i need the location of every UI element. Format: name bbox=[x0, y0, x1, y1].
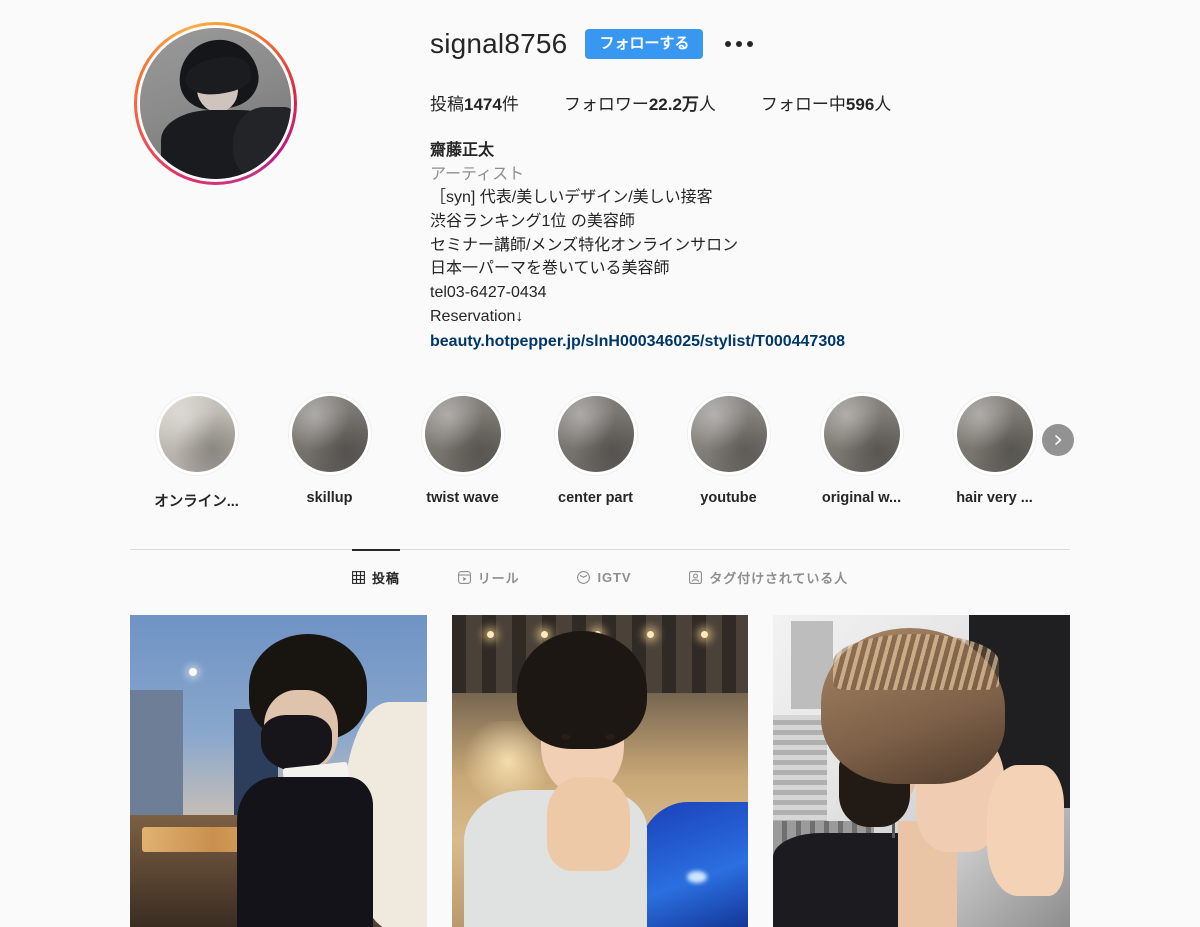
profile-info-column: signal8756 フォローする 投稿1474件 フォロワー22.2万人 フォ… bbox=[430, 10, 1200, 354]
highlight-label: original w... bbox=[821, 490, 902, 507]
highlight-item[interactable]: original w... bbox=[795, 392, 928, 511]
highlight-item[interactable]: twist wave bbox=[396, 392, 529, 511]
highlight-item[interactable]: hair very ... bbox=[928, 392, 1061, 511]
highlight-label: オンライン... bbox=[154, 494, 239, 511]
post-grid bbox=[0, 615, 1200, 927]
instagram-profile-page: signal8756 フォローする 投稿1474件 フォロワー22.2万人 フォ… bbox=[0, 0, 1200, 927]
highlight-cover bbox=[956, 396, 1033, 473]
bio-line: 日本一パーマを巻いている美容師 bbox=[430, 260, 670, 278]
avatar-story-ring[interactable] bbox=[133, 22, 297, 185]
bio-external-link[interactable]: beauty.hotpepper.jp/slnH000346025/stylis… bbox=[430, 330, 845, 354]
tab-posts-label: 投稿 bbox=[371, 571, 400, 587]
highlight-label: skillup bbox=[306, 490, 353, 507]
highlight-label: youtube bbox=[700, 490, 757, 507]
bio-block: 齋藤正太 アーティスト ［syn] 代表/美しいデザイン/美しい接客 渋谷ランキ… bbox=[430, 139, 1200, 354]
stat-following-prefix: フォロー中 bbox=[760, 95, 846, 114]
highlight-cover bbox=[690, 396, 767, 473]
highlight-label: hair very ... bbox=[956, 490, 1033, 507]
highlights-next-button[interactable] bbox=[1042, 424, 1074, 457]
tab-reels-label: リール bbox=[477, 571, 520, 587]
follow-button[interactable]: フォローする bbox=[585, 28, 704, 60]
stat-posts-prefix: 投稿 bbox=[430, 95, 464, 114]
highlight-ring bbox=[819, 392, 904, 477]
stat-posts[interactable]: 投稿1474件 bbox=[430, 90, 519, 115]
profile-header: signal8756 フォローする 投稿1474件 フォロワー22.2万人 フォ… bbox=[0, 0, 1200, 354]
stat-followers-prefix: フォロワー bbox=[563, 95, 649, 114]
highlight-item[interactable]: youtube bbox=[662, 392, 795, 511]
stat-followers-value: 22.2万 bbox=[648, 95, 699, 114]
bio-line: ［syn] 代表/美しいデザイン/美しい接客 bbox=[430, 189, 713, 207]
highlight-ring bbox=[154, 392, 239, 477]
stat-followers[interactable]: フォロワー22.2万人 bbox=[564, 90, 716, 115]
stat-following-value: 596 bbox=[845, 95, 875, 114]
highlight-label: twist wave bbox=[426, 490, 499, 507]
tab-reels[interactable]: リール bbox=[457, 549, 520, 601]
chevron-right-icon bbox=[1055, 435, 1062, 445]
tab-tagged-label: タグ付けされている人 bbox=[709, 571, 849, 587]
highlight-cover bbox=[158, 396, 235, 473]
profile-category: アーティスト bbox=[430, 165, 525, 183]
post-thumbnail-3[interactable] bbox=[773, 615, 1071, 927]
stat-following[interactable]: フォロー中596人 bbox=[761, 90, 891, 115]
stat-followers-suffix: 人 bbox=[698, 95, 716, 114]
profile-tabs: 投稿 リール IGTV タグ付けされている人 bbox=[130, 549, 1070, 601]
stat-following-suffix: 人 bbox=[874, 95, 892, 114]
username-row: signal8756 フォローする bbox=[430, 24, 1200, 64]
highlight-ring bbox=[686, 392, 771, 477]
bio-line: セミナー講師/メンズ特化オンラインサロン bbox=[430, 236, 739, 254]
stat-posts-suffix: 件 bbox=[501, 95, 519, 114]
highlight-ring bbox=[952, 392, 1037, 477]
stats-row: 投稿1474件 フォロワー22.2万人 フォロー中596人 bbox=[430, 90, 1200, 115]
reels-icon bbox=[457, 571, 471, 584]
stat-posts-value: 1474 bbox=[464, 95, 502, 114]
highlight-cover bbox=[557, 396, 634, 473]
highlight-cover bbox=[823, 396, 900, 473]
avatar[interactable] bbox=[139, 28, 291, 179]
highlight-ring bbox=[287, 392, 372, 477]
more-options-icon[interactable] bbox=[721, 41, 757, 47]
grid-icon bbox=[352, 571, 365, 584]
avatar-inner bbox=[136, 25, 294, 182]
highlight-cover bbox=[291, 396, 368, 473]
highlight-item[interactable]: オンライン... bbox=[130, 392, 263, 511]
highlight-item[interactable]: skillup bbox=[263, 392, 396, 511]
highlight-label: center part bbox=[558, 490, 633, 507]
full-name: 齋藤正太 bbox=[430, 142, 495, 159]
tab-igtv-label: IGTV bbox=[597, 570, 632, 586]
igtv-icon bbox=[577, 571, 591, 584]
post-thumbnail-2[interactable] bbox=[451, 615, 749, 927]
username: signal8756 bbox=[430, 28, 568, 59]
bio-line: tel03-6427-0434 bbox=[430, 284, 547, 302]
story-highlights: オンライン... skillup twist wave center part bbox=[0, 392, 1200, 511]
tagged-icon bbox=[689, 571, 703, 584]
tab-posts[interactable]: 投稿 bbox=[351, 549, 400, 601]
post-thumbnail-1[interactable] bbox=[130, 615, 427, 927]
bio-line: 渋谷ランキング1位 の美容師 bbox=[430, 213, 635, 231]
highlight-ring bbox=[420, 392, 505, 477]
bio-line: Reservation↓ bbox=[430, 307, 524, 325]
highlight-ring bbox=[553, 392, 638, 477]
tab-tagged[interactable]: タグ付けされている人 bbox=[689, 549, 848, 601]
avatar-column bbox=[0, 10, 430, 354]
highlight-item[interactable]: center part bbox=[529, 392, 662, 511]
tab-igtv[interactable]: IGTV bbox=[577, 549, 631, 601]
highlight-cover bbox=[424, 396, 501, 473]
